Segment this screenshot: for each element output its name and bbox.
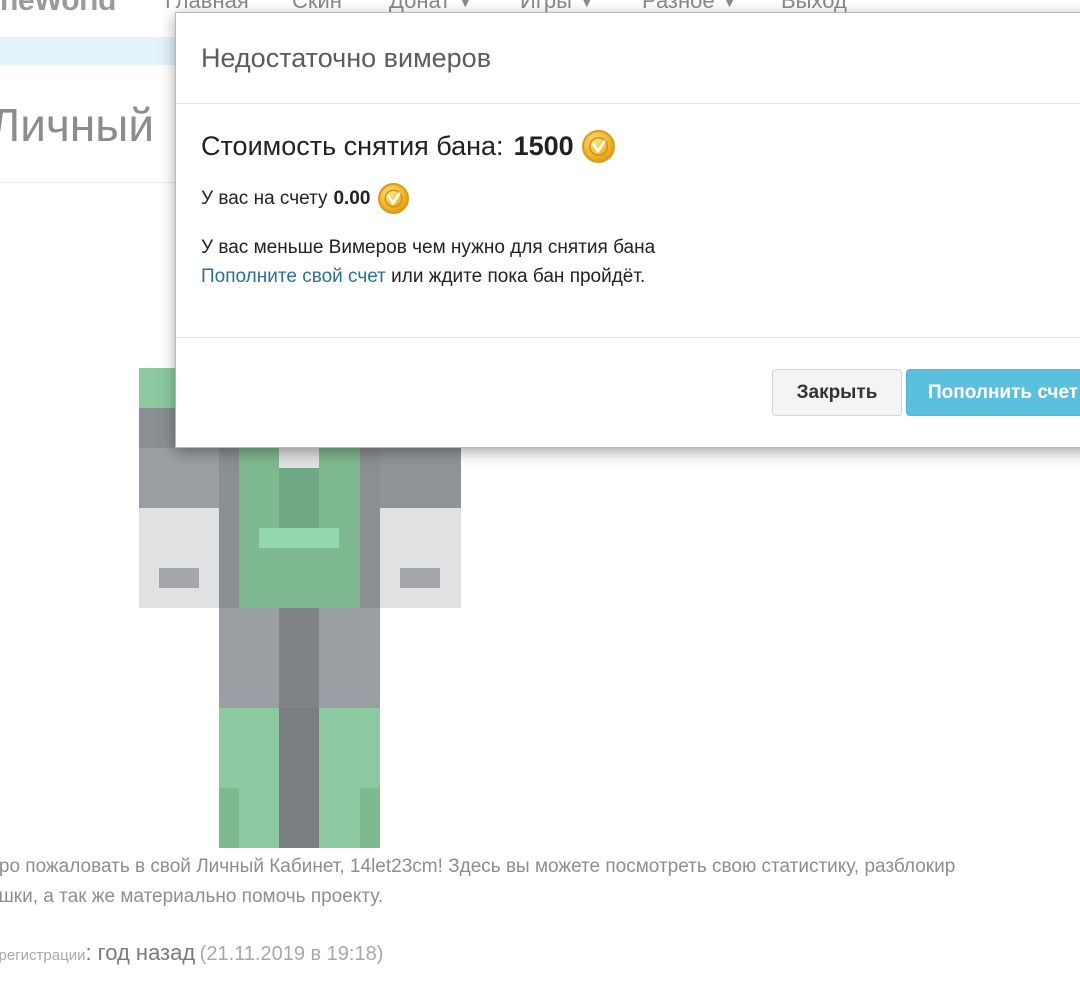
modal-footer-divider <box>176 337 1080 338</box>
registration-value: : год назад <box>85 940 196 965</box>
coin-icon <box>581 130 615 163</box>
topup-button[interactable]: Пополнить счет <box>906 369 1080 416</box>
message-rest: или ждите пока бан пройдёт. <box>385 266 646 287</box>
message-line-2: Пополните свой счет или ждите пока бан п… <box>201 262 655 291</box>
cost-label: Стоимость снятия бана: <box>201 131 504 161</box>
balance-value: 0.00 <box>333 187 371 209</box>
close-button[interactable]: Закрыть <box>772 369 902 416</box>
registration-label: а регистрации <box>0 947 86 964</box>
caret-down-icon: ▼ <box>722 0 737 11</box>
cost-value: 1500 <box>513 131 574 161</box>
welcome-text: бро пожаловать в свой Личный Кабинет, 14… <box>0 852 1080 912</box>
caret-down-icon: ▼ <box>458 0 473 11</box>
modal-title: Недостаточно вимеров <box>201 43 492 73</box>
page-title: Личный <box>0 99 155 151</box>
caret-down-icon: ▼ <box>579 0 594 11</box>
insufficient-funds-modal: Недостаточно вимеров Стоимость снятия ба… <box>175 12 1080 448</box>
welcome-line-2: ошки, а так же материально помочь проект… <box>0 886 384 907</box>
registration-date: (21.11.2019 в 19:18) <box>199 943 384 965</box>
registration-info: а регистрации: год назад (21.11.2019 в 1… <box>0 940 383 966</box>
site-logo[interactable]: neWorld <box>0 0 116 18</box>
modal-header-divider <box>176 103 1080 104</box>
balance-label: У вас на счету <box>201 187 328 209</box>
coin-icon <box>378 183 410 214</box>
message-line-1: У вас меньше Вимеров чем нужно для сняти… <box>201 237 656 258</box>
topup-link[interactable]: Пополните свой счет <box>201 266 386 287</box>
welcome-line-1: бро пожаловать в свой Личный Кабинет, 14… <box>0 856 956 877</box>
page: neWorld Главная Скин Донат ▼ Игры ▼ Разное… <box>0 0 1080 989</box>
modal-message: У вас меньше Вимеров чем нужно для сняти… <box>201 233 655 291</box>
account-balance: У вас на счету 0.00 <box>201 183 410 214</box>
unban-cost: Стоимость снятия бана: 1500 <box>201 130 615 163</box>
